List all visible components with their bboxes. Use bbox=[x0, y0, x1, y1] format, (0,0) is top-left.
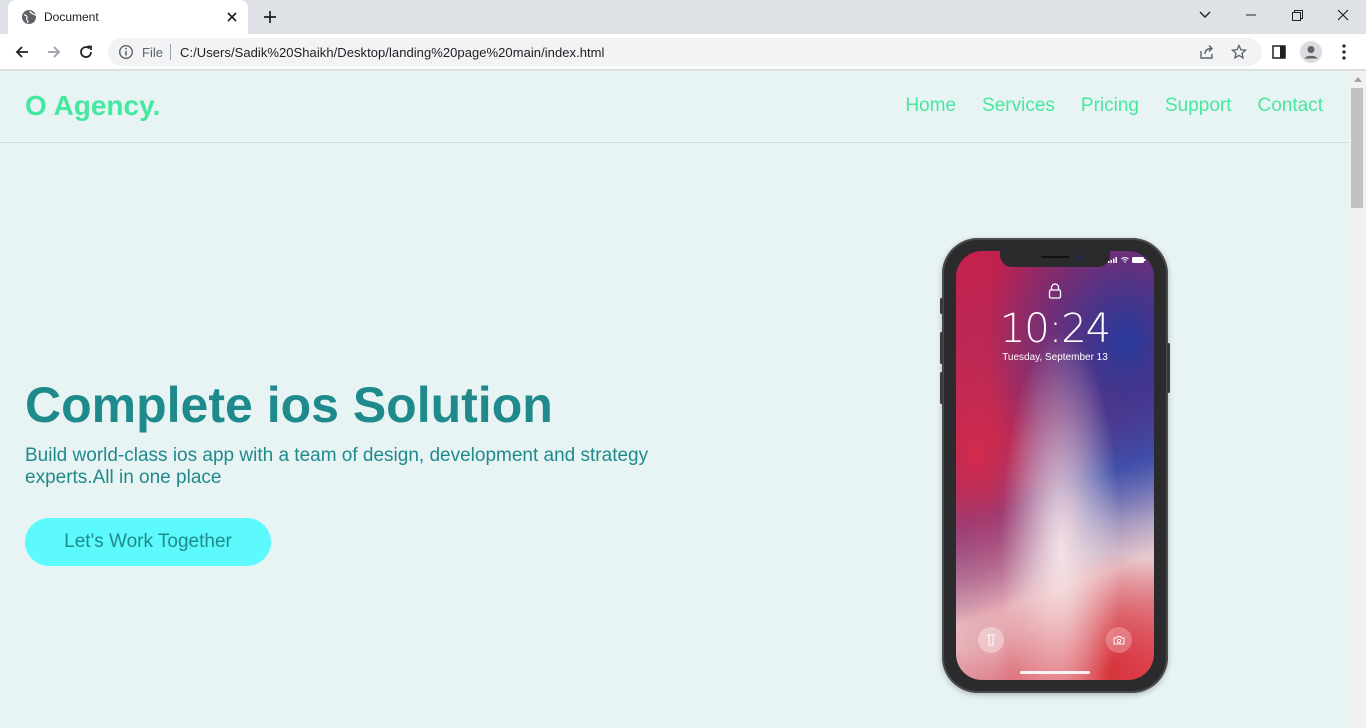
phone-speaker bbox=[1041, 256, 1069, 258]
reload-icon[interactable] bbox=[72, 38, 100, 66]
wifi-icon bbox=[1121, 257, 1129, 263]
forward-arrow-icon[interactable] bbox=[40, 38, 68, 66]
nav-home[interactable]: Home bbox=[905, 95, 956, 117]
nav-services[interactable]: Services bbox=[982, 95, 1055, 117]
close-icon[interactable] bbox=[223, 8, 241, 26]
info-icon[interactable] bbox=[118, 44, 134, 60]
status-bar-icons bbox=[1108, 257, 1146, 263]
main-nav: Home Services Pricing Support Contact bbox=[905, 95, 1323, 117]
phone-power-button bbox=[1167, 343, 1170, 393]
site-logo[interactable]: O Agency. bbox=[25, 90, 160, 122]
site-header: O Agency. Home Services Pricing Support … bbox=[0, 71, 1349, 143]
back-arrow-icon[interactable] bbox=[8, 38, 36, 66]
lock-screen-date: Tuesday, September 13 bbox=[1002, 352, 1108, 363]
browser-toolbar: File C:/Users/Sadik%20Shaikh/Desktop/lan… bbox=[0, 34, 1366, 70]
phone-screen: 10:24 Tuesday, September 13 bbox=[956, 251, 1154, 680]
scroll-up-icon[interactable] bbox=[1354, 77, 1362, 82]
phone-mockup: 10:24 Tuesday, September 13 bbox=[940, 238, 1170, 693]
hero-subtitle: Build world-class ios app with a team of… bbox=[25, 445, 649, 488]
cta-button[interactable]: Let's Work Together bbox=[25, 518, 271, 566]
tab-strip: Document bbox=[0, 0, 1366, 34]
battery-icon bbox=[1132, 257, 1146, 263]
url-text[interactable]: C:/Users/Sadik%20Shaikh/Desktop/landing%… bbox=[180, 45, 605, 60]
home-indicator bbox=[1020, 671, 1090, 674]
profile-icon[interactable] bbox=[1297, 38, 1325, 66]
close-window-icon[interactable] bbox=[1320, 0, 1366, 30]
lock-icon bbox=[1048, 283, 1062, 299]
star-icon[interactable] bbox=[1230, 43, 1248, 60]
minimize-icon[interactable] bbox=[1228, 0, 1274, 30]
nav-pricing[interactable]: Pricing bbox=[1081, 95, 1139, 117]
camera-icon bbox=[1106, 627, 1132, 653]
phone-volume-up bbox=[940, 332, 943, 364]
phone-notch bbox=[1000, 251, 1110, 267]
nav-contact[interactable]: Contact bbox=[1258, 95, 1323, 117]
phone-front-camera bbox=[1077, 255, 1082, 260]
scrollbar-thumb[interactable] bbox=[1351, 88, 1363, 208]
hero-title: Complete ios Solution bbox=[25, 377, 553, 433]
globe-icon bbox=[21, 9, 37, 25]
phone-switch bbox=[940, 298, 943, 314]
lock-screen-time: 10:24 bbox=[999, 306, 1111, 352]
phone-volume-down bbox=[940, 372, 943, 404]
page-scrollbar[interactable] bbox=[1349, 71, 1366, 728]
divider bbox=[170, 44, 171, 60]
signal-icon bbox=[1108, 257, 1117, 263]
tab-title: Document bbox=[44, 10, 99, 24]
address-bar[interactable]: File C:/Users/Sadik%20Shaikh/Desktop/lan… bbox=[108, 38, 1262, 66]
scheme-label: File bbox=[142, 45, 163, 60]
restore-icon[interactable] bbox=[1274, 0, 1320, 30]
nav-support[interactable]: Support bbox=[1165, 95, 1232, 117]
side-panel-icon[interactable] bbox=[1265, 38, 1293, 66]
more-vert-icon[interactable] bbox=[1330, 38, 1358, 66]
plus-icon[interactable] bbox=[259, 6, 281, 28]
page-viewport: O Agency. Home Services Pricing Support … bbox=[0, 71, 1349, 728]
flashlight-icon bbox=[978, 627, 1004, 653]
browser-tab[interactable]: Document bbox=[8, 0, 248, 34]
chevron-down-icon[interactable] bbox=[1182, 0, 1228, 30]
share-icon[interactable] bbox=[1199, 44, 1215, 60]
